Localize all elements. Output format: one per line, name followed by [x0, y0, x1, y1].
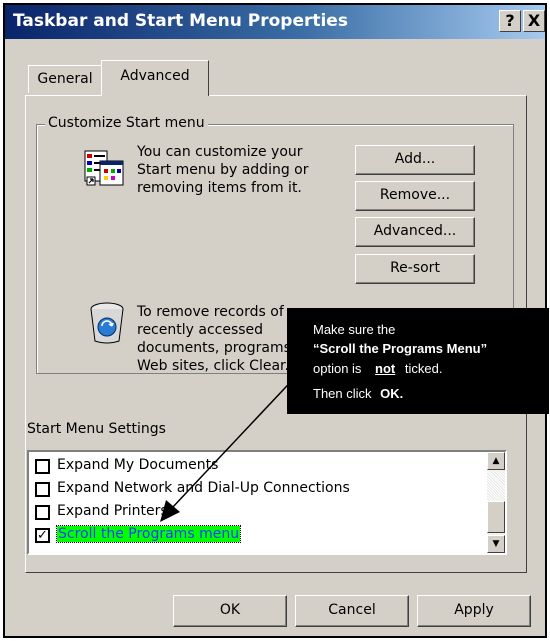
- callout-arrow: [160, 371, 301, 522]
- tab-advanced[interactable]: Advanced: [101, 60, 209, 96]
